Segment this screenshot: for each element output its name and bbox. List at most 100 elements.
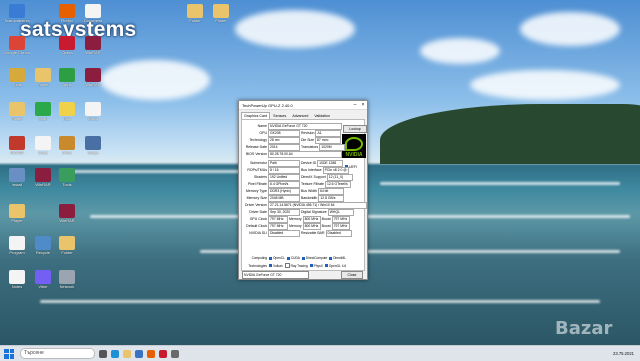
desktop-icon[interactable]: Folder: [4, 102, 30, 121]
minimize-icon[interactable]: –: [351, 101, 359, 109]
desktop-icon[interactable]: WinRAR: [30, 168, 56, 187]
computing-row: Computing OpenCL CUDA DirectCompute DirectM…: [243, 256, 346, 260]
start-button[interactable]: [4, 348, 14, 359]
desktop-icon[interactable]: Document: [80, 4, 106, 23]
close-icon[interactable]: ×: [359, 101, 367, 109]
row-value: NVIDIA GeForce GT 720: [268, 122, 342, 130]
app-icon: [35, 68, 51, 82]
desktop: satsystems Bazar Този компютър Firefox Doc…: [0, 0, 640, 345]
gpu-select[interactable]: NVIDIA GeForce GT 720: [242, 271, 309, 279]
checkbox[interactable]: [301, 256, 305, 260]
checkbox[interactable]: [286, 256, 290, 260]
checkbox[interactable]: [309, 264, 313, 267]
desktop-icon[interactable]: Drive: [54, 136, 80, 155]
desktop-icon[interactable]: WinRAR: [80, 36, 106, 55]
checkbox[interactable]: [269, 264, 272, 267]
row-value-2: PCIe x8 2.0 @ x8 1.1: [322, 166, 349, 174]
desktop-icon[interactable]: Firefox: [54, 4, 80, 23]
app-icon: [59, 204, 75, 218]
wave: [40, 300, 600, 303]
firefox-icon[interactable]: [147, 349, 155, 358]
row-value-2: 1020M: [319, 143, 346, 151]
info-row: ROPs/TMUs 8 / 16 Bus Interface PCIe x8 2.0 …: [243, 166, 349, 174]
info-row: Driver Date Sep 30, 2020 Digital Signature…: [243, 208, 354, 216]
app-icon: [59, 68, 75, 82]
desktop-icon[interactable]: WinRAR: [54, 204, 80, 223]
store-icon[interactable]: [135, 349, 143, 358]
desktop-icon[interactable]: Viber: [30, 270, 56, 289]
tab-graphics-card[interactable]: Graphics Card: [241, 112, 271, 119]
info-row: GPU Clock 797 MHz Memory 800 MHz Boost 797 MH…: [243, 215, 350, 223]
desktop-icon[interactable]: Docs: [30, 136, 56, 155]
desktop-icon[interactable]: WinRAR: [80, 68, 106, 87]
row-value: 2048 MB: [268, 194, 300, 202]
row-label: Memory Type: [245, 189, 267, 193]
desktop-icon[interactable]: Folder: [30, 68, 56, 87]
checkbox[interactable]: [324, 264, 328, 267]
desktop-icon[interactable]: Setup: [80, 136, 106, 155]
app-icon: [9, 68, 25, 82]
row-label: Driver Date: [249, 210, 267, 214]
close-button[interactable]: Close: [341, 271, 363, 279]
desktop-icon[interactable]: Install: [4, 168, 30, 187]
desktop-icon[interactable]: Folder: [54, 236, 80, 255]
app-icon: [59, 4, 75, 18]
row-value-2: A1: [315, 129, 342, 137]
desktop-icon[interactable]: Clock: [80, 102, 106, 121]
tab-advanced[interactable]: Advanced: [289, 112, 311, 119]
row-label-2: Die Size: [301, 138, 315, 142]
task-view-icon[interactable]: [99, 349, 107, 358]
row-value: 2014: [268, 143, 300, 151]
desktop-icon[interactable]: Tools: [4, 68, 30, 87]
nvidia-logo: NVIDIA: [342, 134, 366, 158]
desktop-icon[interactable]: Този компютър: [4, 4, 30, 23]
desktop-icon[interactable]: Notes: [4, 270, 30, 289]
desktop-icon[interactable]: Network: [54, 270, 80, 289]
app-icon: [35, 168, 51, 182]
gpuz-titlebar[interactable]: TechPowerUp GPU-Z 2.40.0 – ×: [239, 101, 367, 110]
row-value: DDR3 (Hynix): [268, 187, 300, 195]
edge-icon[interactable]: [111, 349, 119, 358]
explorer-icon[interactable]: [123, 349, 131, 358]
desktop-icon[interactable]: Disc: [54, 102, 80, 121]
desktop-icon[interactable]: Opera: [54, 36, 80, 55]
desktop-icon-label: Tools: [12, 82, 22, 87]
desktop-icon-label: WinRAR: [59, 218, 75, 223]
gpuz-window[interactable]: TechPowerUp GPU-Z 2.40.0 – × Graphics Ca…: [238, 100, 368, 280]
desktop-icon[interactable]: Folder: [182, 4, 208, 23]
opera-icon[interactable]: [159, 349, 167, 358]
desktop-icon-label: WinRAR: [35, 182, 51, 187]
taskbar-search[interactable]: Търсене: [20, 348, 95, 359]
tray-clock[interactable]: 23.75.2021: [613, 351, 634, 356]
tab-sensors[interactable]: Sensors: [270, 112, 289, 119]
computing-label: Computing: [251, 256, 267, 260]
gpuz-taskbar-icon[interactable]: [171, 349, 179, 358]
row-label: ROPs/TMUs: [247, 168, 267, 172]
row-label-2: DirectX Support: [301, 175, 326, 179]
row-value: GK208: [268, 129, 300, 137]
desktop-icon[interactable]: Program: [4, 236, 30, 255]
checkbox[interactable]: [269, 256, 272, 260]
info-row: Technology 28 nm Die Size 87 mm²: [243, 136, 342, 144]
checkbox-label: DirectML: [333, 256, 346, 260]
desktop-icon-label: Player: [11, 218, 23, 223]
desktop-icon[interactable]: Apps: [54, 68, 80, 87]
desktop-icon-label: Tools: [62, 182, 72, 187]
checkbox[interactable]: [329, 256, 333, 260]
row-label: NVIDIA SLI: [249, 231, 267, 235]
desktop-icon[interactable]: Scan: [30, 102, 56, 121]
lookup-button[interactable]: Lookup: [343, 125, 367, 133]
desktop-icon[interactable]: Recycle: [30, 236, 56, 255]
desktop-icon[interactable]: Player: [4, 204, 30, 223]
desktop-icon[interactable]: AIDA64: [4, 136, 30, 155]
app-icon: [85, 4, 101, 18]
checkbox-label: OpenGL 4.6: [328, 263, 347, 268]
checkbox[interactable]: [284, 263, 290, 268]
desktop-icon-label: AIDA64: [10, 150, 24, 155]
desktop-icon[interactable]: Google Chrome: [4, 36, 30, 55]
desktop-icon[interactable]: Tools: [54, 168, 80, 187]
tab-validation[interactable]: Validation: [311, 112, 333, 119]
app-icon: [9, 168, 25, 182]
desktop-icon[interactable]: Folder: [208, 4, 234, 23]
info-row: Shaders 192 Unified DirectX Support 12 (11_…: [243, 173, 353, 181]
